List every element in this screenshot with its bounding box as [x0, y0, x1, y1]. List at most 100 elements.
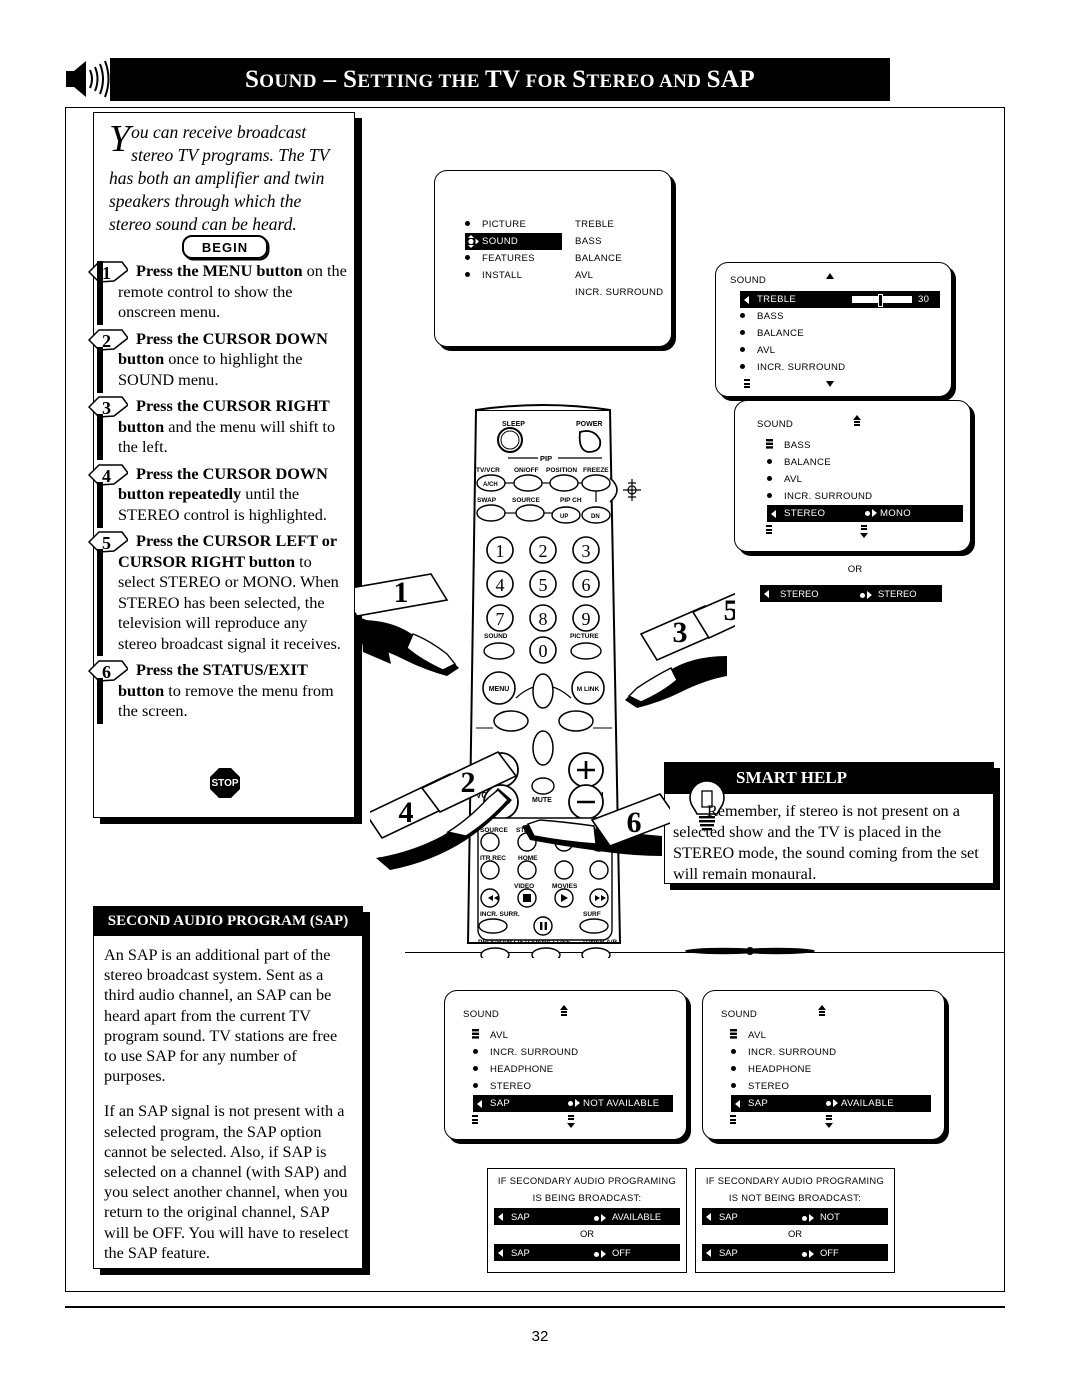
svg-text:1: 1: [496, 541, 505, 561]
osd-row[interactable]: SOUND: [465, 233, 562, 250]
osd-row[interactable]: STEREO: [473, 1078, 673, 1095]
osd-row[interactable]: TREBLE 30: [740, 291, 940, 308]
scroll-up-indicator: [826, 273, 834, 279]
scroll-track-indicator: [766, 525, 772, 536]
osd-row[interactable]: BALANCE: [767, 454, 962, 471]
bullet-icon: [740, 330, 745, 335]
osd-item-label: STEREO: [780, 588, 819, 599]
dot-icon: [568, 1100, 573, 1106]
osd-item-label: BASS: [757, 311, 784, 322]
osd-row[interactable]: AVL: [472, 1027, 673, 1044]
osd-row[interactable]: AVL: [730, 1027, 931, 1044]
osd-row[interactable]: FEATURES: [465, 250, 565, 267]
scroll-track-indicator: [744, 379, 750, 390]
osd-row[interactable]: HEADPHONE: [731, 1061, 931, 1078]
osd-item-label: INCR. SURROUND: [490, 1047, 579, 1058]
osd-row[interactable]: BASS: [575, 233, 670, 250]
caption-line-1: IF SECONDARY AUDIO PROGRAMING: [705, 1175, 885, 1186]
osd-bar[interactable]: SAP OFF: [702, 1244, 888, 1261]
osd-item-value: NOT AVAILABLE: [820, 1211, 870, 1239]
svg-text:5: 5: [724, 594, 736, 627]
begin-label: BEGIN: [201, 239, 249, 255]
svg-text:INCR. SURR.: INCR. SURR.: [480, 911, 520, 918]
dot-icon: [860, 592, 865, 598]
osd-row[interactable]: INCR. SURROUND: [740, 359, 940, 376]
osd-row[interactable]: TREBLE: [575, 216, 670, 233]
scroll-down-indicator: [825, 1115, 833, 1133]
osd-item-label: AVL: [757, 345, 776, 356]
osd-menu-treble: SOUND TREBLE 30 BASS BALANCE AVL INCR. SURROUN…: [715, 262, 952, 397]
bullet-icon: [473, 1083, 478, 1088]
page-title: SOUND – SETTING THE TV FOR STEREO AND SA…: [244, 65, 755, 93]
svg-text:6: 6: [627, 806, 642, 839]
osd-row[interactable]: INSTALL: [465, 267, 565, 284]
intro-paragraph: You can receive broadcast stereo TV prog…: [109, 120, 347, 236]
osd-item-list: AVL INCR. SURROUND HEADPHONE STEREO SAP NOT A…: [472, 1027, 673, 1112]
osd-row[interactable]: AVL: [767, 471, 962, 488]
dot-icon: [826, 1100, 831, 1106]
callout-hands-lower: 4 2 6: [364, 740, 680, 900]
svg-text:2: 2: [102, 331, 111, 351]
osd-row[interactable]: BASS: [740, 308, 940, 325]
osd-item-label: SAP: [490, 1098, 511, 1109]
osd-row[interactable]: INCR. SURROUND: [767, 488, 962, 505]
osd-row[interactable]: SAP AVAILABLE: [731, 1095, 931, 1112]
osd-item-label: INSTALL: [482, 270, 523, 281]
step-rail: [97, 549, 103, 656]
svg-text:POWER: POWER: [576, 421, 602, 428]
bullet-icon: [767, 476, 772, 481]
osd-row[interactable]: SAP NOT AVAILABLE: [473, 1095, 673, 1112]
osd-bar[interactable]: SAP AVAILABLE: [494, 1208, 680, 1225]
sap-heading-text: SECOND AUDIO PROGRAM (SAP): [107, 912, 349, 929]
osd-row[interactable]: BALANCE: [575, 250, 670, 267]
osd-value-cursor: [865, 509, 877, 517]
osd-item-list: AVL INCR. SURROUND HEADPHONE STEREO SAP AVAIL…: [730, 1027, 931, 1112]
osd-row[interactable]: STEREO: [731, 1078, 931, 1095]
svg-text:FREEZE: FREEZE: [583, 467, 609, 474]
osd-item-label: BALANCE: [784, 457, 831, 468]
osd-slider-knob: [878, 294, 883, 307]
step-text: Press the CURSOR RIGHT button and the me…: [118, 396, 336, 456]
osd-item-label: AVL: [784, 474, 803, 485]
scroll-up-indicator: [560, 1005, 568, 1023]
svg-text:4: 4: [102, 466, 111, 486]
cursor-left-icon: [498, 1249, 503, 1257]
scroll-down-indicator: [567, 1115, 575, 1133]
osd-row[interactable]: AVL: [575, 267, 670, 284]
svg-text:PROGRAM LIST: PROGRAM LIST: [478, 939, 528, 946]
osd-row[interactable]: HEADPHONE: [473, 1061, 673, 1078]
osd-row[interactable]: BASS: [766, 437, 962, 454]
svg-text:1: 1: [394, 576, 409, 609]
osd-item-label: SAP: [511, 1211, 530, 1222]
osd-row[interactable]: INCR. SURROUND: [575, 284, 670, 301]
svg-text:SURF: SURF: [583, 911, 601, 918]
scroll-up-indicator: [853, 415, 861, 433]
smart-help-heading-text: SMART HELP: [736, 768, 848, 787]
osd-row[interactable]: INCR. SURROUND: [473, 1044, 673, 1061]
osd-row[interactable]: INCR. SURROUND: [731, 1044, 931, 1061]
osd-menu-main: PICTURE SOUND FEATURES INSTALL TREBLE BASS BAL…: [434, 170, 672, 347]
cursor-left-icon: [744, 296, 749, 304]
step-rail: [97, 261, 103, 279]
osd-item-label: INCR. SURROUND: [757, 362, 846, 373]
bullet-icon: [767, 459, 772, 464]
osd-item-label: AVL: [748, 1030, 767, 1041]
step-number-badge: 2: [88, 328, 128, 351]
begin-badge: BEGIN: [182, 235, 268, 259]
osd-value-cursor: [594, 1250, 606, 1258]
sap-body: An SAP is an additional part of the ster…: [104, 945, 352, 1278]
osd-bar[interactable]: SAP NOT AVAILABLE: [702, 1208, 888, 1239]
osd-row[interactable]: BALANCE: [740, 325, 940, 342]
svg-text:2: 2: [539, 541, 548, 561]
osd-bar[interactable]: SAP OFF: [494, 1244, 680, 1261]
svg-text:PIP: PIP: [540, 454, 552, 463]
svg-text:SOURCE: SOURCE: [512, 497, 540, 504]
osd-item-list: BASS BALANCE AVL INCR. SURROUND STEREO MONO: [766, 437, 963, 522]
osd-item-label: TREBLE: [757, 294, 797, 305]
osd-row[interactable]: PICTURE: [465, 216, 565, 233]
osd-row[interactable]: STEREO MONO: [767, 505, 963, 522]
osd-row[interactable]: AVL: [740, 342, 940, 359]
osd-item-label: STEREO: [490, 1081, 532, 1092]
osd-title: SOUND: [730, 275, 767, 286]
dot-icon: [865, 510, 870, 516]
